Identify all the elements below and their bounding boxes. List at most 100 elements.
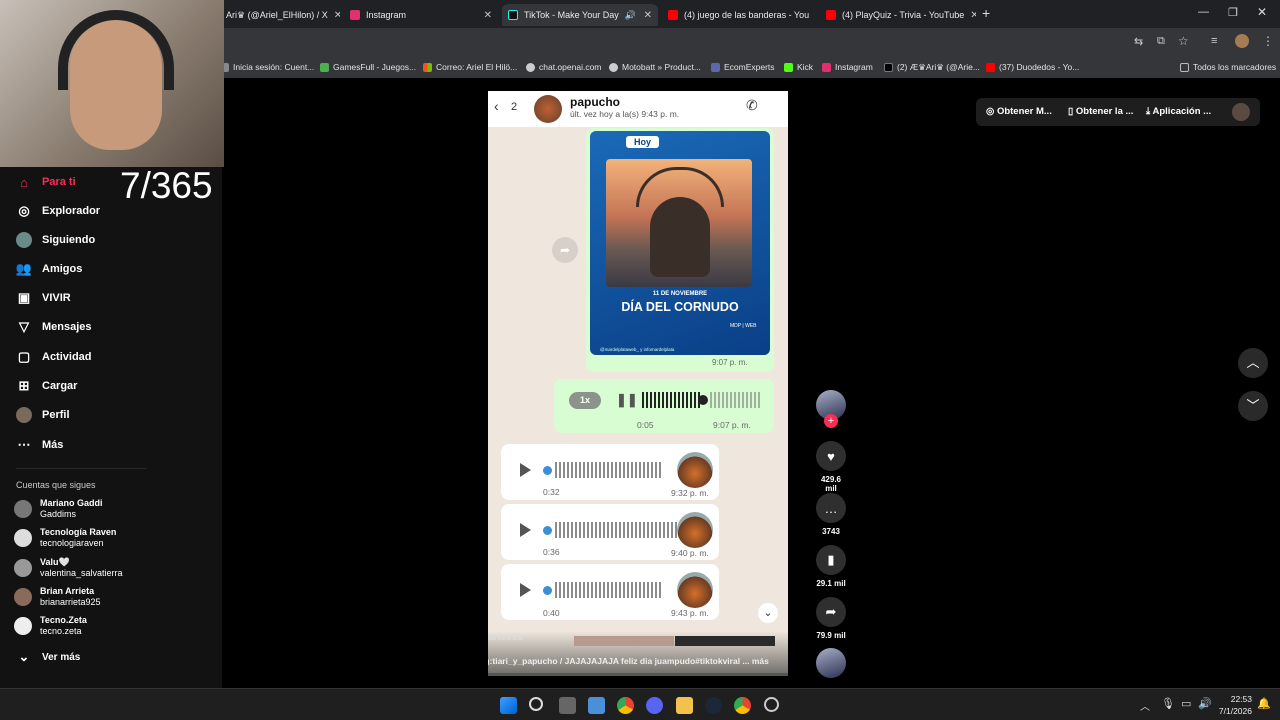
- microphone-icon[interactable]: 🎙: [1161, 697, 1175, 710]
- nav-label: Amigos: [42, 263, 83, 275]
- seal-image: [606, 159, 752, 287]
- minimize-button[interactable]: —: [1198, 6, 1209, 18]
- menu-icon[interactable]: ⋮: [1262, 34, 1274, 48]
- extensions-icon[interactable]: ≡: [1211, 35, 1217, 47]
- video-caption[interactable]: ig:tiari_y_papucho / JAJAJAJAJA feliz di…: [488, 656, 769, 666]
- chrome-active-icon[interactable]: [734, 697, 751, 714]
- nav-siguiendo[interactable]: Siguiendo: [16, 232, 95, 248]
- user-avatar[interactable]: [1232, 103, 1250, 121]
- account-handle: valentina_salvatierra: [40, 568, 123, 578]
- tab-tiktok[interactable]: TikTok - Make Your Day 🔊 ✕: [502, 4, 658, 26]
- comment-action[interactable]: … 3743: [816, 493, 846, 536]
- bookmark-item[interactable]: EcomExperts: [711, 62, 775, 72]
- store-icon[interactable]: [588, 697, 605, 714]
- contact-name: papucho: [570, 95, 620, 109]
- thumbnail-strip: [675, 636, 775, 646]
- nav-vivir[interactable]: ▣ VIVIR: [16, 290, 71, 306]
- tab-instagram[interactable]: Instagram ✕: [344, 4, 498, 26]
- search-icon[interactable]: [529, 697, 543, 711]
- bookmark-item[interactable]: Kick: [784, 62, 813, 72]
- instagram-icon: [350, 10, 360, 20]
- nav-perfil[interactable]: Perfil: [16, 407, 70, 423]
- desktop-app-button[interactable]: ⤓ Aplicación ...: [1146, 106, 1211, 117]
- close-icon[interactable]: ✕: [484, 10, 492, 21]
- bookmark-label: EcomExperts: [724, 62, 775, 72]
- bookmark-item[interactable]: Correo: Ariel El Hilö...: [423, 62, 517, 72]
- save-action[interactable]: ▮ 29.1 mil: [816, 545, 846, 588]
- share-action[interactable]: ➦ 79.9 mil: [816, 597, 846, 640]
- nav-para-ti[interactable]: ⌂ Para ti: [16, 174, 76, 190]
- nav-mas[interactable]: ⋯ Más: [16, 437, 64, 453]
- audio-duration: 0:36: [543, 547, 560, 557]
- all-bookmarks[interactable]: Todos los marcadores: [1180, 62, 1276, 72]
- bookmark-star-icon[interactable]: ☆: [1178, 34, 1189, 48]
- progress-bar[interactable]: [488, 673, 788, 676]
- previous-video-button[interactable]: ︿: [1238, 348, 1268, 378]
- playhead: [543, 586, 552, 595]
- start-icon[interactable]: [500, 697, 517, 714]
- account-name: Tecno.Zeta: [40, 615, 87, 625]
- clock-date: 7/1/2026: [1218, 706, 1252, 716]
- get-app-button[interactable]: ▯ Obtener la ...: [1068, 106, 1133, 117]
- window-close-button[interactable]: ✕: [1257, 5, 1267, 19]
- restore-button[interactable]: ❐: [1228, 6, 1238, 19]
- speaker-icon[interactable]: 🔊: [625, 10, 636, 21]
- notification-bell-icon[interactable]: 🔔: [1257, 697, 1271, 710]
- tab-label: Instagram: [366, 10, 407, 20]
- image-card: Hoy 11 DE NOVIEMBRE DÍA DEL CORNUDO MDP …: [590, 131, 770, 355]
- bookmark-item[interactable]: Inicia sesión: Cuent...: [220, 62, 314, 72]
- day-counter: 7/365: [120, 165, 213, 206]
- close-icon[interactable]: ✕: [970, 10, 976, 21]
- discord-icon[interactable]: [646, 697, 663, 714]
- account-item[interactable]: Tecno.Zeta tecno.zeta: [14, 615, 87, 637]
- waveform: [555, 522, 677, 538]
- network-icon[interactable]: ▭: [1181, 697, 1191, 710]
- next-video-button[interactable]: ﹀: [1238, 391, 1268, 421]
- account-item[interactable]: Brian Arrieta brianarrieta925: [14, 586, 101, 608]
- close-icon[interactable]: ✕: [334, 10, 340, 21]
- nav-cargar[interactable]: ⊞ Cargar: [16, 378, 78, 394]
- nav-amigos[interactable]: 👥 Amigos: [16, 261, 82, 277]
- volume-icon[interactable]: 🔊: [1198, 697, 1212, 710]
- tray-chevron-icon[interactable]: ︿: [1140, 698, 1150, 713]
- bookmark-item[interactable]: chat.openai.com: [526, 62, 601, 72]
- translate-icon[interactable]: ⇆: [1134, 35, 1143, 48]
- creator-avatar-action[interactable]: +: [816, 390, 846, 428]
- bookmark-item[interactable]: (37) Duodedos - Yo...: [986, 62, 1079, 72]
- obs-icon[interactable]: [764, 697, 779, 712]
- whatsapp-header: ‹ 2 papucho últ. vez hoy a la(s) 9:43 p.…: [488, 91, 788, 127]
- bookmark-item[interactable]: Motobatt » Product...: [609, 62, 701, 72]
- sound-disc-action[interactable]: [816, 648, 846, 678]
- see-more-button[interactable]: ⌄ Ver más: [16, 649, 81, 665]
- follow-plus-icon[interactable]: +: [824, 414, 838, 428]
- steam-icon[interactable]: [705, 697, 722, 714]
- nav-actividad[interactable]: ▢ Actividad: [16, 349, 92, 365]
- nav-mensajes[interactable]: ▽ Mensajes: [16, 319, 92, 335]
- chrome-icon[interactable]: [617, 697, 634, 714]
- video-author[interactable]: tiarissss: [488, 632, 523, 643]
- like-action[interactable]: ♥ 429.6 mil: [816, 441, 846, 493]
- account-item[interactable]: Mariano Gaddi Gaddims: [14, 498, 103, 520]
- nav-label: Siguiendo: [42, 234, 96, 246]
- tab-youtube-banderas[interactable]: (4) juego de las banderas - You ✕: [662, 4, 816, 26]
- bookmark-item[interactable]: (2) Æ♛Ari♛ (@Arie...: [884, 62, 980, 73]
- task-view-icon[interactable]: [559, 697, 576, 714]
- close-icon[interactable]: ✕: [644, 10, 652, 21]
- close-icon[interactable]: ✕: [815, 10, 816, 21]
- new-tab-button[interactable]: +: [982, 5, 990, 21]
- unread-count: 2: [511, 101, 518, 113]
- bookmark-item[interactable]: GamesFull - Juegos...: [320, 62, 416, 72]
- bookmark-item[interactable]: Instagram: [822, 62, 873, 72]
- tab-x[interactable]: Ari♛ (@Ariel_ElHilon) / X ✕: [220, 4, 340, 26]
- install-icon[interactable]: ⧉: [1157, 35, 1165, 48]
- profile-avatar[interactable]: [1235, 34, 1249, 48]
- nav-explorador[interactable]: ◎ Explorador: [16, 203, 100, 219]
- waveform-played: [642, 392, 702, 408]
- video-player[interactable]: ‹ 2 papucho últ. vez hoy a la(s) 9:43 p.…: [488, 91, 788, 676]
- account-item[interactable]: Valu🤍 valentina_salvatierra: [14, 557, 123, 579]
- get-coins-button[interactable]: ◎ Obtener M...: [986, 106, 1052, 117]
- account-item[interactable]: Tecnología Raven tecnologiaraven: [14, 527, 116, 549]
- tab-youtube-playquiz[interactable]: (4) PlayQuiz - Trivia - YouTube ✕: [820, 4, 976, 26]
- upload-icon: ⊞: [18, 378, 30, 393]
- file-explorer-icon[interactable]: [676, 697, 693, 714]
